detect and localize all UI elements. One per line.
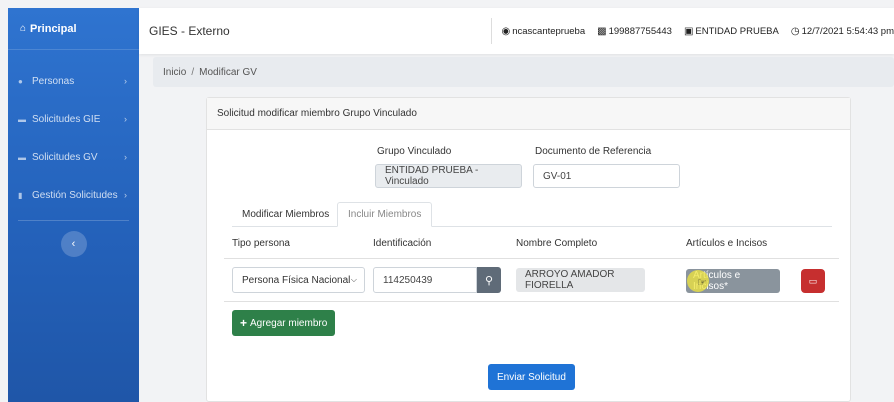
breadcrumb-separator: / (191, 66, 195, 78)
sidebar-item-label: Solicitudes GIE (32, 113, 101, 125)
app-title: GIES - Externo (149, 24, 230, 38)
sidebar-item-personas[interactable]: ● Personas › (8, 62, 139, 100)
chevron-right-icon: › (124, 76, 127, 86)
sidebar: ⌂ Principal ● Personas › ▬ Solicitudes G… (8, 8, 139, 402)
id-card-icon: ▩ (597, 25, 607, 37)
datetime-info: ◷ 12/7/2021 5:54:43 pm (791, 26, 894, 37)
hand-cursor-icon: ☞ (697, 277, 707, 289)
delete-row-button[interactable]: ▭ (801, 269, 825, 293)
sidebar-brand-label: Principal (30, 22, 77, 35)
tipo-persona-value: Persona Física Nacional (242, 274, 351, 286)
folder-icon: ▬ (18, 114, 26, 124)
add-member-label: Agregar miembro (250, 317, 328, 329)
sidebar-item-label: Personas (32, 75, 75, 87)
identificacion-input[interactable]: 114250439 (373, 267, 477, 293)
username: ncascanteprueba (512, 25, 586, 37)
user-info: ◉ ncascanteprueba (501, 26, 585, 37)
breadcrumb-home-link[interactable]: Inicio (163, 67, 186, 78)
sidebar-collapse-button[interactable]: ‹ (60, 231, 87, 257)
chevron-down-icon: ⌵ (350, 275, 357, 284)
request-card: Solicitud modificar miembro Grupo Vincul… (206, 97, 851, 402)
id-info: ▩ 199887755443 (597, 26, 672, 37)
table-row-divider (224, 301, 839, 302)
datetime: 12/7/2021 5:54:43 pm (801, 25, 894, 37)
add-member-button[interactable]: + Agregar miembro (232, 310, 336, 336)
sidebar-item-label: Gestión Solicitudes (32, 189, 118, 201)
user-circle-icon: ◉ (501, 25, 511, 37)
breadcrumb: Inicio / Modificar GV (153, 57, 894, 87)
documento-referencia-label: Documento de Referencia (535, 146, 652, 157)
topbar: GIES - Externo ◉ ncascanteprueba ▩ 19988… (139, 8, 894, 54)
sidebar-item-label: Solicitudes GV (32, 151, 98, 163)
card-title: Solicitud modificar miembro Grupo Vincul… (207, 98, 850, 130)
id-number: 199887755443 (608, 25, 672, 37)
sidebar-brand-principal[interactable]: ⌂ Principal (8, 8, 139, 50)
trash-icon: ▭ (808, 275, 818, 286)
chevron-right-icon: › (124, 190, 127, 200)
folder-icon: ▬ (18, 152, 26, 162)
home-icon: ⌂ (20, 23, 27, 34)
entity-info: ▣ ENTIDAD PRUEBA (684, 26, 779, 37)
user-icon: ● (18, 76, 23, 86)
search-button[interactable]: ⚲ (477, 267, 501, 293)
search-icon: ⚲ (484, 274, 494, 287)
submit-request-button[interactable]: Enviar Solicitud (488, 364, 575, 390)
plus-icon: + (240, 316, 248, 330)
chevron-right-icon: › (124, 152, 127, 162)
column-header-articulos-incisos: Artículos e Incisos (686, 238, 768, 249)
column-header-nombre-completo: Nombre Completo (516, 238, 598, 249)
documento-referencia-field[interactable]: GV-01 (533, 164, 680, 188)
sidebar-divider (18, 220, 129, 221)
grupo-vinculado-label: Grupo Vinculado (377, 146, 452, 157)
entity-name: ENTIDAD PRUEBA (695, 25, 779, 37)
clock-icon: ◷ (790, 25, 800, 37)
building-icon: ▣ (683, 25, 694, 37)
column-header-tipo-persona: Tipo persona (232, 238, 290, 249)
chevron-right-icon: › (124, 114, 127, 124)
chevron-left-icon: ‹ (71, 238, 76, 250)
table-header-divider (224, 258, 839, 259)
member-tabs: Modificar Miembros Incluir Miembros (232, 202, 832, 227)
tipo-persona-select[interactable]: Persona Física Nacional ⌵ (232, 267, 365, 293)
sidebar-item-solicitudes-gie[interactable]: ▬ Solicitudes GIE › (8, 100, 139, 138)
column-header-identificacion: Identificación (373, 238, 432, 249)
topbar-divider (490, 18, 492, 44)
grupo-vinculado-field: ENTIDAD PRUEBA - Vinculado (375, 164, 522, 188)
breadcrumb-current: Modificar GV (199, 66, 257, 78)
sidebar-item-gestion-solicitudes[interactable]: ▮ Gestión Solicitudes › (8, 176, 139, 214)
nombre-completo-field: ARROYO AMADOR FIORELLA (516, 268, 645, 292)
tab-incluir-miembros[interactable]: Incluir Miembros (337, 202, 433, 227)
sidebar-item-solicitudes-gv[interactable]: ▬ Solicitudes GV › (8, 138, 139, 176)
tab-modificar-miembros[interactable]: Modificar Miembros (232, 202, 339, 227)
document-icon: ▮ (18, 190, 23, 200)
